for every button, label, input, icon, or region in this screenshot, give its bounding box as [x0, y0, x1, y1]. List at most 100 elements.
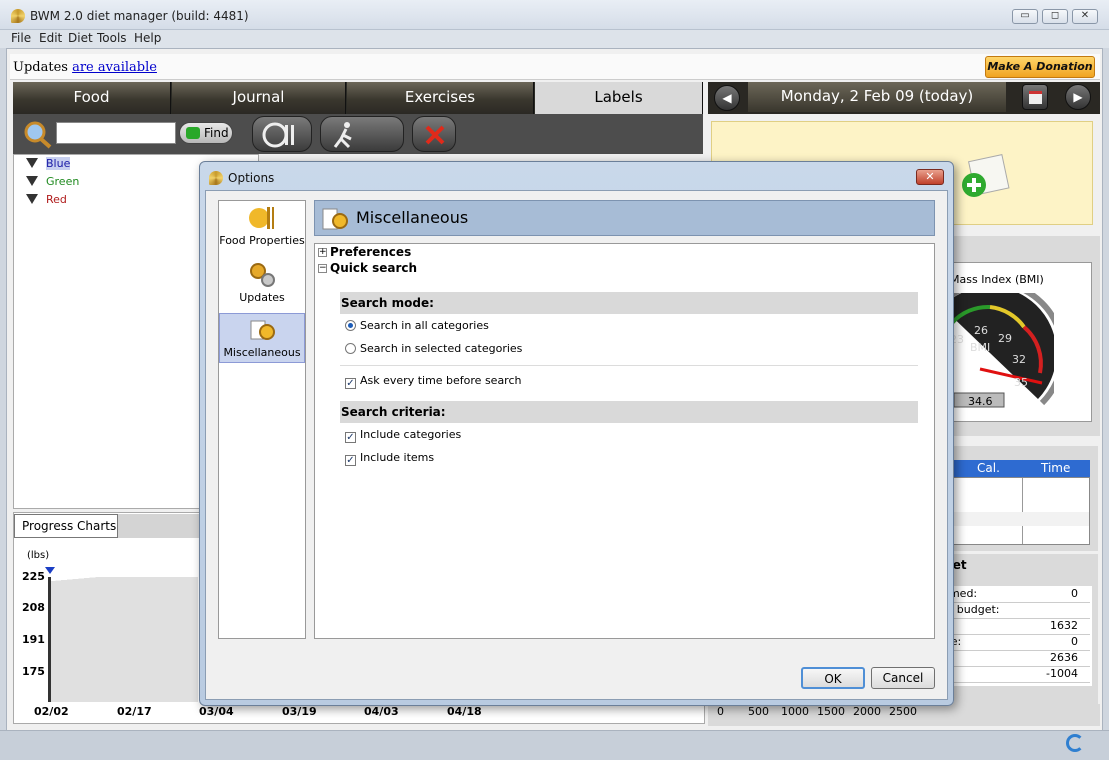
marker-icon — [45, 567, 55, 574]
cancel-button[interactable]: Cancel — [871, 667, 935, 689]
close-button[interactable]: ✕ — [1072, 9, 1098, 24]
menu-help[interactable]: Help — [134, 31, 161, 45]
checkbox-icon: ✓ — [345, 378, 356, 389]
gauge-name: BMI — [970, 341, 991, 354]
status-bar — [0, 730, 1109, 760]
next-day-button[interactable]: ▶ — [1065, 84, 1091, 110]
tree-item-label: Red — [46, 193, 67, 206]
expand-preferences-icon[interactable]: + — [318, 248, 327, 257]
x-tick: 02/17 — [117, 705, 152, 718]
delete-label-button[interactable] — [412, 116, 456, 152]
radio-label: Search in all categories — [360, 319, 489, 332]
add-note-icon[interactable] — [958, 152, 1014, 202]
ok-button[interactable]: OK — [801, 667, 865, 689]
nav-miscellaneous[interactable]: Miscellaneous — [219, 313, 305, 363]
find-button[interactable]: Find — [179, 122, 233, 144]
log-table-header: Cal. Time — [953, 460, 1090, 477]
prev-day-button[interactable]: ◀ — [714, 85, 740, 111]
updates-link[interactable]: are available — [72, 60, 157, 75]
radio-label: Search in selected categories — [360, 342, 523, 355]
section-preferences[interactable]: Preferences — [330, 245, 411, 259]
bmi-gauge — [942, 293, 1054, 408]
nav-label: Updates — [239, 291, 285, 304]
dialog-title: Options — [228, 171, 275, 185]
check-include-categories[interactable]: ✓ Include categories — [345, 428, 461, 443]
y-unit-label: (lbs) — [27, 550, 50, 561]
check-include-items[interactable]: ✓ Include items — [345, 451, 434, 466]
refresh-icon[interactable] — [1066, 734, 1084, 752]
menu-tools[interactable]: Tools — [97, 31, 127, 45]
menu-edit[interactable]: Edit — [39, 31, 62, 45]
checkbox-label: Ask every time before search — [360, 374, 522, 387]
nav-label: Food Properties — [219, 234, 305, 247]
tree-item-blue[interactable]: Blue — [26, 157, 71, 170]
tab-journal[interactable]: Journal — [172, 82, 346, 114]
tree-item-red[interactable]: Red — [26, 193, 67, 206]
bmi-title: Mass Index (BMI) — [950, 273, 1044, 286]
maximize-button[interactable]: ◻ — [1042, 9, 1068, 24]
triangle-icon — [26, 176, 38, 186]
gauge-label-29: 29 — [998, 332, 1012, 345]
search-icon — [24, 121, 52, 149]
budget-row: umed: 0 — [942, 587, 1090, 603]
check-ask-every-time[interactable]: ✓ Ask every time before search — [345, 374, 521, 389]
calendar-button[interactable] — [1022, 84, 1048, 110]
budget-row: er budget: — [942, 603, 1090, 619]
misc-settings-icon — [250, 320, 275, 340]
gauge-label-35: 35 — [1014, 376, 1028, 389]
section-quick-search[interactable]: Quick search — [330, 261, 417, 275]
y-tick: 191 — [22, 633, 45, 646]
menu-file[interactable]: File — [11, 31, 31, 45]
budget-row: t:-1004 — [942, 667, 1090, 683]
add-exercise-label-button[interactable] — [320, 116, 404, 152]
nav-food-properties[interactable]: Food Properties — [219, 202, 305, 252]
dialog-logo-icon — [209, 171, 223, 185]
menu-diet[interactable]: Diet — [68, 31, 93, 45]
radio-icon — [345, 320, 356, 331]
cutlery-icon — [249, 207, 274, 229]
x-tick: 1000 — [781, 705, 809, 718]
separator — [340, 365, 918, 366]
nav-updates[interactable]: Updates — [219, 259, 305, 309]
app-logo-icon — [11, 9, 25, 23]
budget-row: ise:0 — [942, 635, 1090, 651]
tab-progress-charts[interactable]: Progress Charts — [14, 514, 118, 538]
find-label: Find — [204, 126, 229, 140]
donate-button[interactable]: Make A Donation — [985, 56, 1095, 78]
x-tick: 2500 — [889, 705, 917, 718]
tab-exercises[interactable]: Exercises — [347, 82, 534, 114]
x-tick: 04/03 — [364, 705, 399, 718]
dialog-close-button[interactable]: ✕ — [916, 169, 944, 185]
x-tick: 02/02 — [34, 705, 69, 718]
window-title: BWM 2.0 diet manager (build: 4481) — [30, 9, 249, 23]
tree-item-label: Blue — [46, 157, 71, 170]
radio-icon — [345, 343, 356, 354]
search-criteria-header: Search criteria: — [340, 401, 918, 423]
tab-labels[interactable]: Labels — [535, 82, 703, 114]
tree-item-label: Green — [46, 175, 80, 188]
radio-search-selected[interactable]: Search in selected categories — [345, 342, 522, 355]
col-cal[interactable]: Cal. — [977, 461, 1000, 475]
x-tick: 04/18 — [447, 705, 482, 718]
title-bar: BWM 2.0 diet manager (build: 4481) ▭ ◻ ✕ — [0, 0, 1109, 30]
radio-search-all[interactable]: Search in all categories — [345, 319, 489, 332]
budget-row: t:1632 — [942, 619, 1090, 635]
nav-label: Miscellaneous — [223, 346, 301, 359]
checkbox-label: Include categories — [360, 428, 462, 441]
x-tick: 500 — [748, 705, 769, 718]
tree-item-green[interactable]: Green — [26, 175, 79, 188]
bmi-value: 34.6 — [968, 395, 993, 408]
collapse-quick-search-icon[interactable]: − — [318, 264, 327, 273]
search-input[interactable] — [56, 122, 176, 144]
budget-row: 2636 — [942, 651, 1090, 667]
minimize-button[interactable]: ▭ — [1012, 9, 1038, 24]
add-label-button[interactable] — [252, 116, 312, 152]
main-tabs: Food Journal Exercises Labels — [13, 82, 703, 114]
x-tick: 03/19 — [282, 705, 317, 718]
weight-series-area — [48, 577, 198, 702]
cutlery-icon — [262, 122, 294, 148]
arrow-right-icon — [186, 127, 200, 139]
col-time[interactable]: Time — [1041, 461, 1070, 475]
content-header: Miscellaneous — [314, 200, 935, 236]
tab-food[interactable]: Food — [13, 82, 171, 114]
